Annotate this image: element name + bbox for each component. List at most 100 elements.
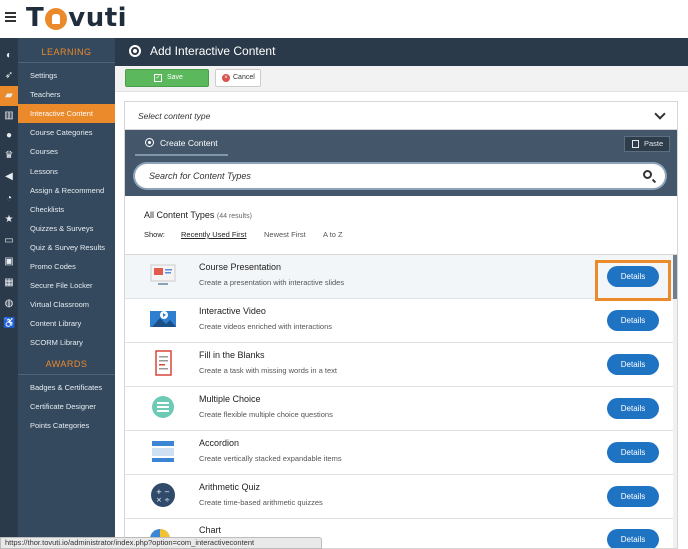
- sidebar-item-certificate-designer[interactable]: Certificate Designer: [18, 397, 115, 416]
- content-type-name: Course Presentation: [199, 262, 282, 272]
- content-type-row[interactable]: + − × ÷ Arithmetic Quiz Create time-based a…: [125, 474, 673, 519]
- trophy-icon[interactable]: ♛: [3, 150, 15, 162]
- accessibility-icon[interactable]: ♿: [3, 318, 15, 330]
- sort-recently-used[interactable]: Recently Used First: [181, 230, 246, 239]
- presentation-icon: [148, 262, 178, 288]
- cancel-button[interactable]: × Cancel: [215, 69, 261, 87]
- credit-card-icon[interactable]: ▭: [3, 235, 15, 247]
- sidebar: LEARNING Settings Teachers Interactive Cont…: [18, 38, 115, 549]
- tab-create-content[interactable]: Create Content: [135, 130, 228, 156]
- content-type-panel: Select content type Create Content Paste…: [124, 101, 678, 549]
- content-type-description: Create a presentation with interactive s…: [199, 278, 345, 287]
- users-icon[interactable]: ●: [3, 130, 15, 142]
- cancel-label: Cancel: [233, 74, 255, 81]
- content-type-row[interactable]: Accordion Create vertically stacked expan…: [125, 430, 673, 475]
- sidebar-item-courses[interactable]: Courses: [18, 142, 115, 161]
- sort-a-to-z[interactable]: A to Z: [323, 230, 343, 239]
- sidebar-item-lessons[interactable]: Lessons: [18, 162, 115, 181]
- divider: [18, 374, 115, 375]
- result-count: (44 results): [216, 213, 252, 220]
- sidebar-item-virtual-classroom[interactable]: Virtual Classroom: [18, 295, 115, 314]
- sidebar-heading-awards: AWARDS: [45, 359, 88, 369]
- search-box[interactable]: [135, 164, 665, 188]
- details-button[interactable]: Details: [607, 353, 659, 375]
- sidebar-item-secure-file-locker[interactable]: Secure File Locker: [18, 276, 115, 295]
- star-icon[interactable]: ★: [3, 214, 15, 226]
- details-button[interactable]: Details: [607, 441, 659, 463]
- dashboard-icon[interactable]: ◐: [3, 50, 15, 62]
- content-type-row[interactable]: Multiple Choice Create flexible multiple …: [125, 386, 673, 431]
- content-type-name: Multiple Choice: [199, 393, 261, 404]
- clipboard-icon: [632, 140, 639, 148]
- rocket-icon[interactable]: ➶: [3, 70, 15, 82]
- cancel-icon: ×: [222, 74, 230, 82]
- sidebar-item-teachers[interactable]: Teachers: [18, 85, 115, 104]
- save-label: Save: [167, 74, 183, 81]
- list-header: All Content Types (44 results) Show: Rec…: [125, 196, 677, 254]
- sidebar-item-checklists[interactable]: Checklists: [18, 200, 115, 219]
- sidebar-item-assign-recommend[interactable]: Assign & Recommend: [18, 181, 115, 200]
- graduation-cap-icon[interactable]: ▰: [0, 86, 18, 106]
- content-type-name: Accordion: [199, 437, 240, 448]
- sort-newest-first[interactable]: Newest First: [264, 230, 306, 239]
- divider: [18, 62, 115, 63]
- details-button[interactable]: Details: [607, 309, 659, 331]
- search-icon[interactable]: [643, 170, 652, 179]
- sidebar-item-content-library[interactable]: Content Library: [18, 314, 115, 333]
- content-type-name: Arithmetic Quiz: [199, 481, 261, 492]
- accordion-icon: [148, 438, 178, 464]
- sidebar-item-points-categories[interactable]: Points Categories: [18, 416, 115, 435]
- rss-icon[interactable]: ◔: [3, 193, 15, 205]
- content-type-row[interactable]: Fill in the Blanks Create a task with mis…: [125, 342, 673, 387]
- sidebar-item-settings[interactable]: Settings: [18, 66, 115, 85]
- search-area: [125, 158, 677, 196]
- list-scrollbar[interactable]: [673, 255, 677, 548]
- show-label: Show:: [144, 230, 165, 239]
- highlight-annotation-box: [595, 260, 671, 301]
- svg-text:+ −: + −: [156, 488, 170, 496]
- list-title: All Content Types (44 results): [144, 210, 252, 220]
- icon-rail: ◐ ➶ ▰ ▥ ● ♛ ◀ ◔ ★ ▭ ▣ ▦ ◍ ♿: [0, 38, 18, 549]
- select-content-type-dropdown[interactable]: Select content type: [125, 102, 677, 130]
- create-bar: Create Content Paste: [125, 130, 677, 158]
- details-button[interactable]: Details: [607, 529, 659, 548]
- sidebar-item-scorm-library[interactable]: SCORM Library: [18, 333, 115, 352]
- video-icon: [148, 306, 178, 332]
- checkbox-icon: ✓: [154, 74, 162, 82]
- content-type-row[interactable]: Interactive Video Create videos enriched …: [125, 298, 673, 343]
- hamburger-menu-icon[interactable]: [5, 12, 16, 22]
- bar-chart-icon[interactable]: ▥: [3, 110, 15, 122]
- details-button[interactable]: Details: [607, 485, 659, 507]
- page-title: Add Interactive Content: [150, 44, 276, 58]
- list-title-text: All Content Types: [144, 210, 215, 220]
- content-type-description: Create time-based arithmetic quizzes: [199, 497, 323, 507]
- sidebar-item-quiz-survey-results[interactable]: Quiz & Survey Results: [18, 238, 115, 257]
- select-content-type-label: Select content type: [138, 111, 211, 121]
- page-header: Add Interactive Content: [115, 38, 688, 66]
- save-button[interactable]: ✓ Save: [125, 69, 209, 87]
- contact-card-icon[interactable]: ▣: [3, 256, 15, 268]
- calendar-icon[interactable]: ▦: [3, 277, 15, 289]
- details-button[interactable]: Details: [607, 397, 659, 419]
- sidebar-item-interactive-content[interactable]: Interactive Content: [18, 104, 115, 124]
- radio-selected-icon: [145, 138, 154, 147]
- tovuti-logo[interactable]: Tvuti: [26, 3, 127, 33]
- sidebar-item-course-categories[interactable]: Course Categories: [18, 123, 115, 142]
- content-type-row[interactable]: Course Presentation Create a presentation…: [125, 255, 673, 301]
- svg-text:× ÷: × ÷: [156, 496, 170, 504]
- sidebar-item-quizzes-surveys[interactable]: Quizzes & Surveys: [18, 219, 115, 238]
- radio-circle-icon: [129, 45, 141, 57]
- chevron-down-icon[interactable]: [654, 108, 666, 120]
- chat-icon[interactable]: ◍: [3, 298, 15, 310]
- sidebar-item-badges-certificates[interactable]: Badges & Certificates: [18, 378, 115, 397]
- paste-label: Paste: [644, 139, 664, 148]
- multiple-choice-icon: [148, 394, 178, 420]
- document-icon: [148, 350, 178, 376]
- scrollbar-thumb[interactable]: [673, 255, 677, 299]
- paste-button[interactable]: Paste: [624, 136, 670, 152]
- megaphone-icon[interactable]: ◀: [3, 171, 15, 183]
- search-input[interactable]: [149, 168, 629, 184]
- sidebar-item-promo-codes[interactable]: Promo Codes: [18, 257, 115, 276]
- content-type-description: Create vertically stacked expandable ite…: [199, 453, 342, 463]
- content-type-description: Create a task with missing words in a te…: [199, 365, 337, 375]
